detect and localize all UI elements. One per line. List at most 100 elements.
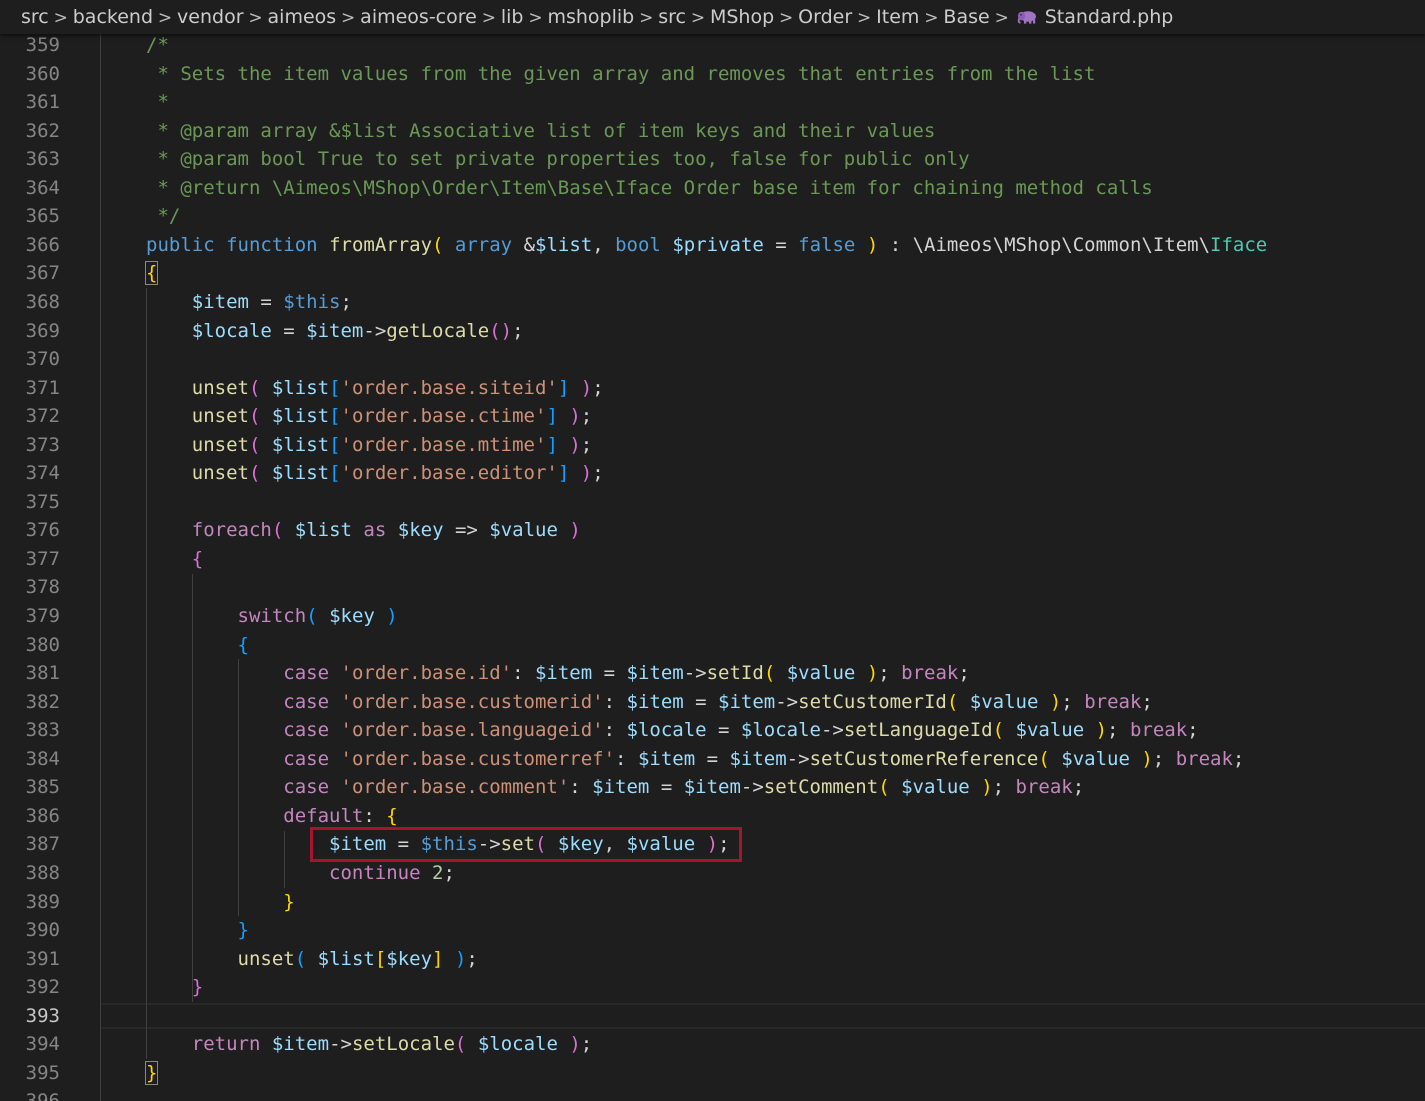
code-text: switch( $key ) (146, 602, 398, 631)
code-token: [ (329, 433, 341, 456)
code-line[interactable]: 390 } (0, 916, 1425, 945)
code-token: $locale (626, 719, 707, 742)
code-line[interactable]: 373 unset( $list['order.base.mtime'] ); (0, 431, 1425, 460)
line-number: 385 (25, 776, 60, 799)
code-line[interactable]: 375 (0, 488, 1425, 517)
breadcrumb-item[interactable]: lib (501, 6, 524, 28)
code-token: : \Aimeos\MShop\Common\Item\ (878, 233, 1211, 256)
breadcrumb-item[interactable]: src (658, 6, 686, 28)
code-line[interactable]: 379 switch( $key ) (0, 602, 1425, 631)
code-line[interactable]: 394 return $item->setLocale( $locale ); (0, 1030, 1425, 1059)
code-token: setCustomerReference (809, 747, 1039, 770)
code-line[interactable]: 367 { (0, 259, 1425, 288)
code-line[interactable]: 359 /* (0, 32, 1425, 60)
code-text: default: { (146, 802, 398, 831)
breadcrumb-item[interactable]: MShop (710, 6, 774, 28)
code-line[interactable]: 393 (0, 1002, 1425, 1031)
code-token: break (1015, 776, 1073, 799)
code-line[interactable]: 366 public function fromArray( array &$li… (0, 231, 1425, 260)
code-token: unset (237, 947, 295, 970)
code-line[interactable]: 380 { (0, 631, 1425, 660)
code-line[interactable]: 360 * Sets the item values from the give… (0, 60, 1425, 89)
line-number: 367 (25, 262, 60, 285)
code-token: continue (329, 861, 421, 884)
code-line[interactable]: 386 default: { (0, 802, 1425, 831)
code-token: $item (592, 776, 650, 799)
code-line[interactable]: 374 unset( $list['order.base.editor'] ); (0, 459, 1425, 488)
code-line[interactable]: 371 unset( $list['order.base.siteid'] ); (0, 374, 1425, 403)
code-line[interactable]: 384 case 'order.base.customerref': $item… (0, 745, 1425, 774)
code-token: [ (374, 947, 387, 970)
code-line[interactable]: 385 case 'order.base.comment': $item = $… (0, 773, 1425, 802)
code-line[interactable]: 370 (0, 345, 1425, 374)
editor-text-area[interactable]: 359 /* 360 * Sets the item values from the… (0, 32, 1425, 1101)
code-line[interactable]: 363 * @param bool True to set private pr… (0, 145, 1425, 174)
code-token: unset (191, 405, 249, 428)
breadcrumb-item[interactable]: Item (876, 6, 919, 28)
code-line[interactable]: 391 unset( $list[$key] ); (0, 945, 1425, 974)
code-line[interactable]: 361 * (0, 88, 1425, 117)
code-line[interactable]: 372 unset( $list['order.base.ctime'] ); (0, 402, 1425, 431)
code-token: 'order.base.customerid' (340, 690, 604, 713)
breadcrumb-item[interactable]: Base (943, 6, 989, 28)
code-token: 'order.base.customerref' (340, 747, 616, 770)
code-line[interactable]: 369 $locale = $item->getLocale(); (0, 317, 1425, 346)
code-line[interactable]: 365 */ (0, 202, 1425, 231)
breadcrumb-item[interactable]: backend (73, 6, 153, 28)
code-line[interactable]: 388 continue 2; (0, 859, 1425, 888)
breadcrumb-file[interactable]: Standard.php (1045, 6, 1174, 28)
line-number: 379 (25, 605, 60, 627)
code-line[interactable]: 383 case 'order.base.languageid': $local… (0, 716, 1425, 745)
breadcrumb-separator: > (157, 8, 173, 28)
code-token: $list (271, 433, 330, 456)
code-editor-window: src > backend > vendor > aimeos > aimeos-core > li… (0, 0, 1425, 1101)
code-line[interactable]: 376 foreach( $list as $key => $value ) (0, 516, 1425, 545)
breadcrumb-separator: > (924, 8, 939, 28)
code-token: break (1129, 719, 1188, 742)
breadcrumb-item[interactable]: mshoplib (547, 6, 634, 28)
code-token: { (191, 547, 204, 570)
code-token: setComment (763, 776, 879, 799)
code-token: { (386, 804, 398, 827)
breadcrumb-item[interactable]: Order (798, 6, 852, 28)
code-line[interactable]: 396 (0, 1087, 1425, 1101)
breadcrumb-item[interactable]: vendor (177, 6, 243, 28)
code-line[interactable]: 364 * @return \Aimeos\MShop\Order\Item\B… (0, 174, 1425, 203)
code-line[interactable]: 362 * @param array &$list Associative li… (0, 117, 1425, 146)
code-token: $value (1061, 747, 1130, 770)
code-line[interactable]: 368 $item = $this; (0, 288, 1425, 317)
code-token: ( (946, 690, 959, 713)
code-token: setLanguageId (843, 719, 993, 742)
code-line[interactable]: 377 { (0, 545, 1425, 574)
breadcrumb-item[interactable]: aimeos (268, 6, 337, 28)
code-token: $list (271, 405, 330, 428)
line-number: 372 (25, 405, 60, 428)
line-number: 370 (25, 348, 60, 371)
code-token: = (271, 319, 307, 342)
code-text: foreach( $list as $key => $value ) (146, 516, 581, 545)
code-line[interactable]: 395} (0, 1059, 1425, 1088)
code-token: $value (489, 519, 558, 542)
code-text: unset( $list['order.base.mtime'] ); (146, 431, 592, 460)
breadcrumb-item[interactable]: aimeos-core (360, 6, 477, 28)
code-token: default (283, 804, 364, 827)
code-line[interactable]: 389 } (0, 888, 1425, 917)
code-line[interactable]: 392 } (0, 973, 1425, 1002)
code-token: 'order.base.id' (340, 662, 513, 685)
code-token: ) (580, 376, 593, 399)
code-token: ; (1187, 719, 1199, 742)
breadcrumb-item[interactable]: src (21, 6, 49, 28)
code-line[interactable]: 381 case 'order.base.id': $item = $item-… (0, 659, 1425, 688)
code-token: setId (706, 662, 764, 685)
code-line[interactable]: 382 case 'order.base.customerid': $item … (0, 688, 1425, 717)
line-number: 387 (25, 833, 60, 856)
code-line[interactable]: 378 (0, 573, 1425, 602)
